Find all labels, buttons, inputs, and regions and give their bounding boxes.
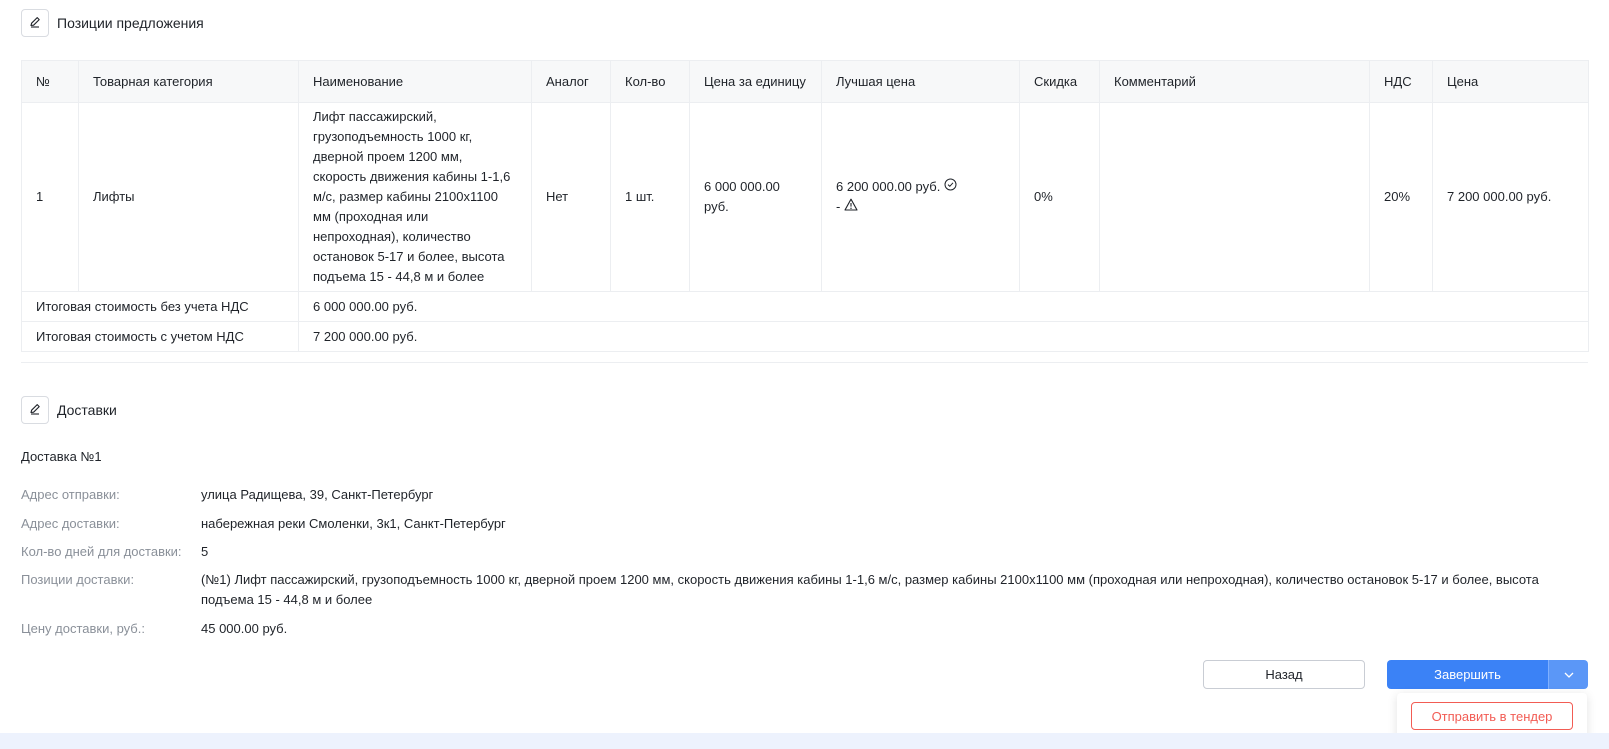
best-price-value: 6 200 000.00 руб.	[836, 179, 941, 194]
info-label: Позиции доставки:	[21, 572, 135, 587]
edit-positions-button[interactable]	[21, 9, 49, 37]
col-header-qty: Кол-во	[610, 60, 690, 103]
info-label: Кол-во дней для доставки:	[21, 544, 182, 559]
best-price-line: 6 200 000.00 руб.	[836, 177, 1005, 197]
info-row-delivery-address: Адрес доставки: набережная реки Смоленки…	[21, 514, 1588, 534]
best-price-second-value: -	[836, 199, 841, 214]
warning-triangle-icon	[844, 197, 858, 217]
info-label: Адрес доставки:	[21, 516, 120, 531]
check-circle-icon	[944, 177, 957, 197]
total-label: Итоговая стоимость без учета НДС	[21, 291, 299, 322]
total-row-without-vat: Итоговая стоимость без учета НДС 6 000 0…	[21, 291, 1589, 322]
info-value: 45 000.00 руб.	[201, 621, 288, 636]
total-label: Итоговая стоимость с учетом НДС	[21, 321, 299, 352]
info-label: Адрес отправки:	[21, 487, 120, 502]
finish-dropdown-toggle[interactable]	[1548, 660, 1588, 689]
positions-section-title: Позиции предложения	[57, 15, 204, 31]
total-row-with-vat: Итоговая стоимость с учетом НДС 7 200 00…	[21, 321, 1589, 352]
info-row-delivery-positions: Позиции доставки: (№1) Лифт пассажирский…	[21, 570, 1588, 610]
info-label: Цену доставки, руб.:	[21, 621, 145, 636]
edit-delivery-button[interactable]	[21, 396, 49, 424]
info-row-sender-address: Адрес отправки: улица Радищева, 39, Санк…	[21, 485, 1588, 505]
back-button[interactable]: Назад	[1203, 660, 1365, 689]
cell-unit-price: 6 000 000.00 руб.	[689, 102, 822, 292]
col-header-discount: Скидка	[1019, 60, 1100, 103]
info-value: улица Радищева, 39, Санкт-Петербург	[201, 487, 434, 502]
total-value: 6 000 000.00 руб.	[298, 291, 1589, 322]
positions-table: № Товарная категория Наименование Аналог…	[21, 60, 1589, 352]
total-value: 7 200 000.00 руб.	[298, 321, 1589, 352]
info-row-delivery-price: Цену доставки, руб.: 45 000.00 руб.	[21, 619, 1588, 639]
info-value: (№1) Лифт пассажирский, грузоподъемность…	[201, 572, 1539, 607]
table-row: 1 Лифты Лифт пассажирский, грузоподъемно…	[21, 102, 1589, 292]
cell-name: Лифт пассажирский, грузоподъемность 1000…	[298, 102, 532, 292]
section-divider	[21, 362, 1588, 363]
best-price-second-line: -	[836, 197, 1005, 217]
col-header-unit-price: Цена за единицу	[689, 60, 822, 103]
finish-button[interactable]: Завершить	[1387, 660, 1548, 689]
col-header-analog: Аналог	[531, 60, 611, 103]
col-header-comment: Комментарий	[1099, 60, 1370, 103]
chevron-down-icon	[1563, 667, 1575, 682]
finish-split-button: Завершить	[1387, 660, 1588, 689]
cell-price: 7 200 000.00 руб.	[1432, 102, 1589, 292]
cell-best-price: 6 200 000.00 руб. -	[821, 102, 1020, 292]
pencil-icon	[28, 15, 42, 32]
cell-vat: 20%	[1369, 102, 1433, 292]
cell-comment	[1099, 102, 1370, 292]
footer-band	[0, 733, 1609, 749]
cell-category: Лифты	[78, 102, 299, 292]
col-header-price: Цена	[1432, 60, 1589, 103]
table-header-row: № Товарная категория Наименование Аналог…	[21, 60, 1589, 103]
col-header-num: №	[21, 60, 79, 103]
cell-analog: Нет	[531, 102, 611, 292]
send-to-tender-button[interactable]: Отправить в тендер	[1411, 702, 1573, 730]
cell-discount: 0%	[1019, 102, 1100, 292]
delivery-section-header: Доставки	[21, 396, 117, 424]
delivery-section-title: Доставки	[57, 402, 117, 418]
positions-section-header: Позиции предложения	[21, 9, 204, 37]
info-value: 5	[201, 544, 209, 559]
pencil-icon	[28, 402, 42, 419]
info-row-delivery-days: Кол-во дней для доставки: 5	[21, 542, 1588, 562]
col-header-name: Наименование	[298, 60, 532, 103]
cell-num: 1	[21, 102, 79, 292]
col-header-best-price: Лучшая цена	[821, 60, 1020, 103]
col-header-category: Товарная категория	[78, 60, 299, 103]
delivery-title: Доставка №1	[21, 449, 102, 464]
info-value: набережная реки Смоленки, 3к1, Санкт-Пет…	[201, 516, 506, 531]
col-header-vat: НДС	[1369, 60, 1433, 103]
cell-qty: 1 шт.	[610, 102, 690, 292]
